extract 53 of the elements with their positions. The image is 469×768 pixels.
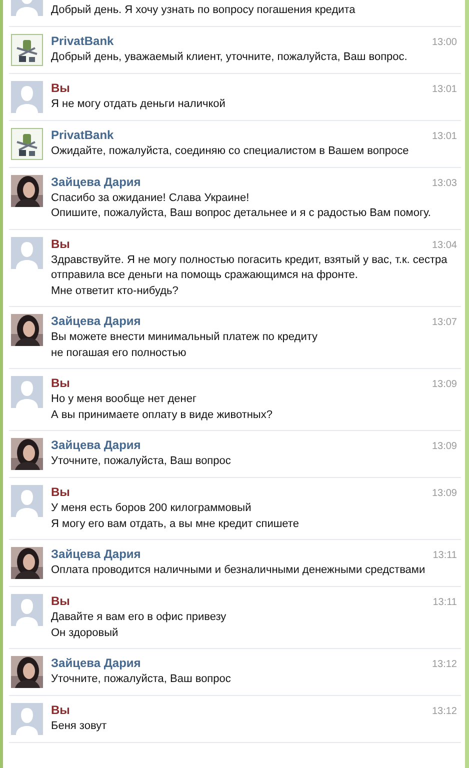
message-text: Опишите, пожалуйста, Ваш вопрос детальнее и я с радостью Вам помогу. <box>51 206 432 221</box>
message-time: 13:11 <box>432 550 457 561</box>
message-text: Уточните, пожалуйста, Ваш вопрос <box>51 454 232 469</box>
message-time: 13:12 <box>432 706 457 717</box>
message-text: Оплата проводится наличными и безналичными денежными средствами <box>51 563 426 578</box>
sender-name: Зайцева Дария <box>51 547 141 561</box>
message-time: 13:12 <box>432 659 457 670</box>
sender-name: PrivatBank <box>51 128 114 142</box>
sender-name: PrivatBank <box>51 34 114 48</box>
sender-name: Зайцева Дария <box>51 656 141 670</box>
message-time: 13:11 <box>432 597 457 608</box>
avatar-silhouette-icon <box>11 236 43 268</box>
message-time: 13:01 <box>432 130 457 142</box>
message-text: Беня зовут <box>51 719 108 734</box>
message-text: Добрый день. Я хочу узнать по вопросу погашения кредита <box>51 3 356 18</box>
sender-name: Вы <box>51 80 70 94</box>
message-text: отправила все деньги на помощь сражающимся на фронте. <box>51 268 359 283</box>
sender-name: Вы <box>51 594 70 608</box>
message-text: Спасибо за ожидание! Слава Украине! <box>51 190 250 206</box>
sender-name: Вы <box>51 236 70 250</box>
message-text: Добрый день, уважаемый клиент, уточните, пожалуйста, Ваш вопрос. <box>51 50 408 64</box>
message-time: 13:01 <box>432 84 457 94</box>
message-text: Давайте я вам его в офис привезу <box>51 610 228 625</box>
sender-name: Зайцева Дария <box>51 174 141 188</box>
message-time: 13:09 <box>432 379 457 390</box>
avatar-silhouette-icon <box>11 376 43 408</box>
sender-name: Зайцева Дария <box>51 438 141 452</box>
message-time: 13:00 <box>432 36 457 48</box>
message-text: Он здоровый <box>51 626 120 640</box>
message-text: не погашая его полностью <box>51 346 188 360</box>
message-text: Уточните, пожалуйста, Ваш вопрос <box>51 672 232 687</box>
message-text: Ожидайте, пожалуйста, соединяю со специалистом в Вашем вопросе <box>51 144 410 158</box>
message-text: Здравствуйте. Я не могу полностью погасить кредит, взятый у вас, т.к. сестра <box>51 252 448 268</box>
message-time: 13:07 <box>432 317 457 328</box>
sender-name: Вы <box>51 703 70 717</box>
message-text: У меня есть боров 200 килограммовый <box>51 501 252 516</box>
message-text: Вы можете внести минимальный платеж по кредиту <box>51 330 319 345</box>
avatar-silhouette-icon <box>11 485 43 517</box>
message-text: Я не могу отдать деньги наличкой <box>51 96 226 112</box>
sender-name: Вы <box>51 376 70 390</box>
message-time: 13:04 <box>432 240 457 250</box>
avatar-silhouette-icon <box>11 594 43 626</box>
avatar-silhouette-icon <box>11 703 43 735</box>
message-text: Мне ответит кто-нибудь? <box>51 284 180 298</box>
message-time: 13:09 <box>432 488 457 499</box>
message-text: Но у меня вообще нет денег <box>51 392 198 407</box>
avatar-silhouette-icon <box>11 80 43 112</box>
sender-name: Зайцева Дария <box>51 314 141 328</box>
message-text: А вы принимаете оплату в виде животных? <box>51 408 274 422</box>
message-time: 13:09 <box>432 441 457 452</box>
message-text: Я могу его вам отдать, а вы мне кредит спишете <box>51 516 300 532</box>
sender-name: Вы <box>51 485 70 499</box>
message-time: 13:03 <box>432 178 457 188</box>
